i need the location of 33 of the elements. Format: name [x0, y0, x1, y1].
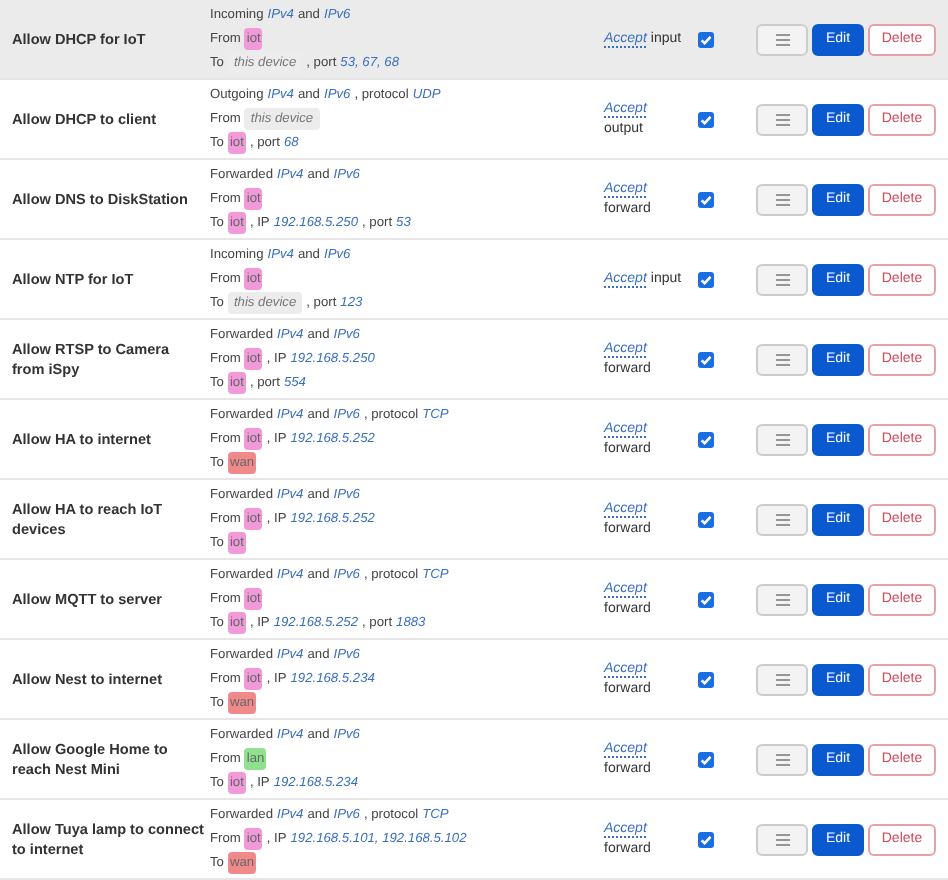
menu-icon — [775, 273, 789, 285]
drag-handle-button[interactable] — [756, 663, 808, 695]
drag-handle-button[interactable] — [756, 183, 808, 215]
drag-handle-button[interactable] — [756, 343, 808, 375]
menu-icon — [775, 833, 789, 845]
menu-icon — [775, 33, 789, 45]
enabled-checkbox[interactable] — [698, 271, 714, 287]
menu-icon — [775, 593, 789, 605]
enabled-checkbox[interactable] — [698, 431, 714, 447]
drag-handle-button[interactable] — [756, 583, 808, 615]
enabled-checkbox[interactable] — [698, 351, 714, 367]
drag-handle-button[interactable] — [756, 823, 808, 855]
menu-icon — [775, 353, 789, 365]
menu-icon — [775, 753, 789, 765]
drag-handle-button[interactable] — [756, 103, 808, 135]
drag-handle-button[interactable] — [756, 503, 808, 535]
enabled-checkbox[interactable] — [698, 511, 714, 527]
menu-icon — [775, 673, 789, 685]
enabled-checkbox[interactable] — [698, 111, 714, 127]
enabled-checkbox[interactable] — [698, 31, 714, 47]
drag-handle-button[interactable] — [756, 423, 808, 455]
menu-icon — [775, 433, 789, 445]
enabled-checkbox[interactable] — [698, 831, 714, 847]
enabled-checkbox[interactable] — [698, 191, 714, 207]
enabled-checkbox[interactable] — [698, 591, 714, 607]
menu-icon — [775, 193, 789, 205]
enabled-checkbox[interactable] — [698, 671, 714, 687]
drag-handle-button[interactable] — [756, 263, 808, 295]
menu-icon — [775, 513, 789, 525]
drag-handle-button[interactable] — [756, 23, 808, 55]
menu-icon — [775, 113, 789, 125]
enabled-checkbox[interactable] — [698, 751, 714, 767]
drag-handle-button[interactable] — [756, 743, 808, 775]
